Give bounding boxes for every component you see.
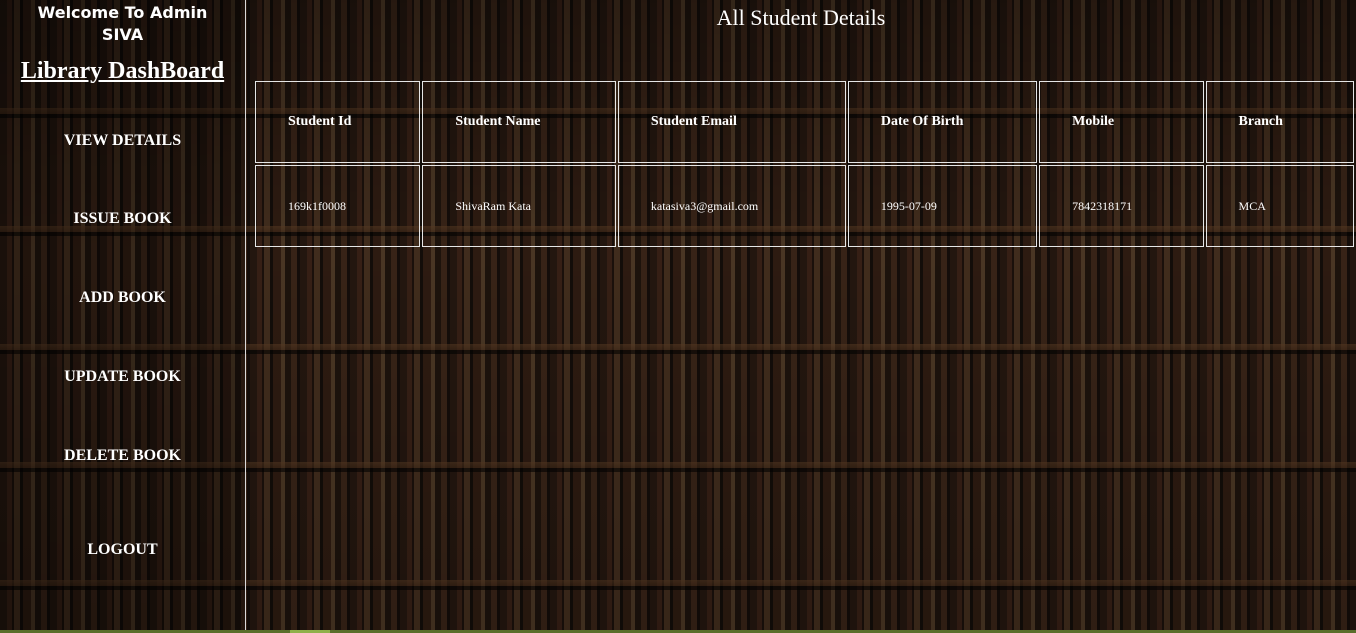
column-header-mobile: Mobile — [1039, 81, 1204, 163]
page: Welcome To Admin SIVA Library DashBoard … — [0, 0, 1356, 633]
dashboard-title[interactable]: Library DashBoard — [0, 58, 245, 85]
admin-name: SIVA — [101, 25, 144, 44]
table-row: 169k1f0008 ShivaRam Kata katasiva3@gmail… — [255, 165, 1354, 247]
nav-view-details[interactable]: VIEW DETAILS — [0, 132, 245, 150]
sidebar: Welcome To Admin SIVA Library DashBoard … — [0, 0, 246, 633]
column-header-student-id: Student Id — [255, 81, 421, 163]
page-title: All Student Details — [716, 5, 886, 30]
nav-update-book[interactable]: UPDATE BOOK — [0, 368, 245, 386]
cell-student-name: ShivaRam Kata — [422, 165, 616, 247]
nav-issue-book[interactable]: ISSUE BOOK — [0, 210, 245, 228]
cell-student-id: 169k1f0008 — [255, 165, 421, 247]
welcome-line: Welcome To Admin — [37, 3, 208, 22]
cell-student-email: katasiva3@gmail.com — [617, 165, 846, 247]
column-header-student-email: Student Email — [617, 81, 846, 163]
nav-logout[interactable]: LOGOUT — [0, 541, 245, 559]
cell-date-of-birth: 1995-07-09 — [847, 165, 1038, 247]
cell-mobile: 7842318171 — [1039, 165, 1204, 247]
nav-delete-book[interactable]: DELETE BOOK — [0, 447, 245, 465]
column-header-date-of-birth: Date Of Birth — [847, 81, 1038, 163]
cell-branch: MCA — [1205, 165, 1354, 247]
column-header-student-name: Student Name — [422, 81, 616, 163]
nav-add-book[interactable]: ADD BOOK — [0, 289, 245, 307]
column-header-branch: Branch — [1205, 81, 1354, 163]
welcome-message: Welcome To Admin SIVA — [0, 2, 245, 46]
student-details-table: Student Id Student Name Student Email Da… — [253, 79, 1356, 249]
table-header-row: Student Id Student Name Student Email Da… — [255, 81, 1354, 163]
